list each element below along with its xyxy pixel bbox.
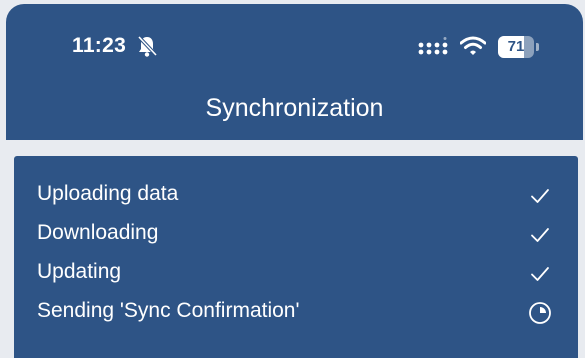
- app-header: 11:23 71 Synchronization: [6, 4, 583, 140]
- sync-steps-list: Uploading data Downloading Updating Send…: [14, 176, 578, 332]
- battery-icon: 71: [498, 36, 540, 58]
- sync-step-uploading: Uploading data: [14, 176, 578, 215]
- sync-status-card: Uploading data Downloading Updating Send…: [14, 156, 578, 358]
- page-title: Synchronization: [205, 94, 384, 122]
- bell-slash-icon: [137, 35, 158, 57]
- status-bar: 11:23 71: [6, 4, 583, 84]
- sync-step-downloading: Downloading: [14, 215, 578, 254]
- sync-step-label: Uploading data: [37, 182, 179, 205]
- clock-progress-icon: [529, 302, 551, 324]
- battery-tip: [536, 43, 539, 51]
- battery-body: 71: [498, 36, 534, 58]
- checkmark-icon: [531, 228, 549, 242]
- sync-step-label: Updating: [37, 260, 122, 283]
- battery-level-text: 71: [507, 38, 525, 55]
- cellular-signal-icon: [418, 37, 448, 55]
- sync-step-sending-confirmation: Sending 'Sync Confirmation': [14, 293, 578, 332]
- sync-step-updating: Updating: [14, 254, 578, 293]
- checkmark-icon: [531, 267, 549, 281]
- status-time: 11:23: [72, 34, 127, 57]
- checkmark-icon: [531, 189, 549, 203]
- sync-step-label: Sending 'Sync Confirmation': [37, 299, 300, 322]
- wifi-icon: [460, 36, 486, 55]
- sync-screen: 11:23 71 Synchronization Uploading data …: [0, 0, 585, 358]
- sync-step-label: Downloading: [37, 221, 159, 244]
